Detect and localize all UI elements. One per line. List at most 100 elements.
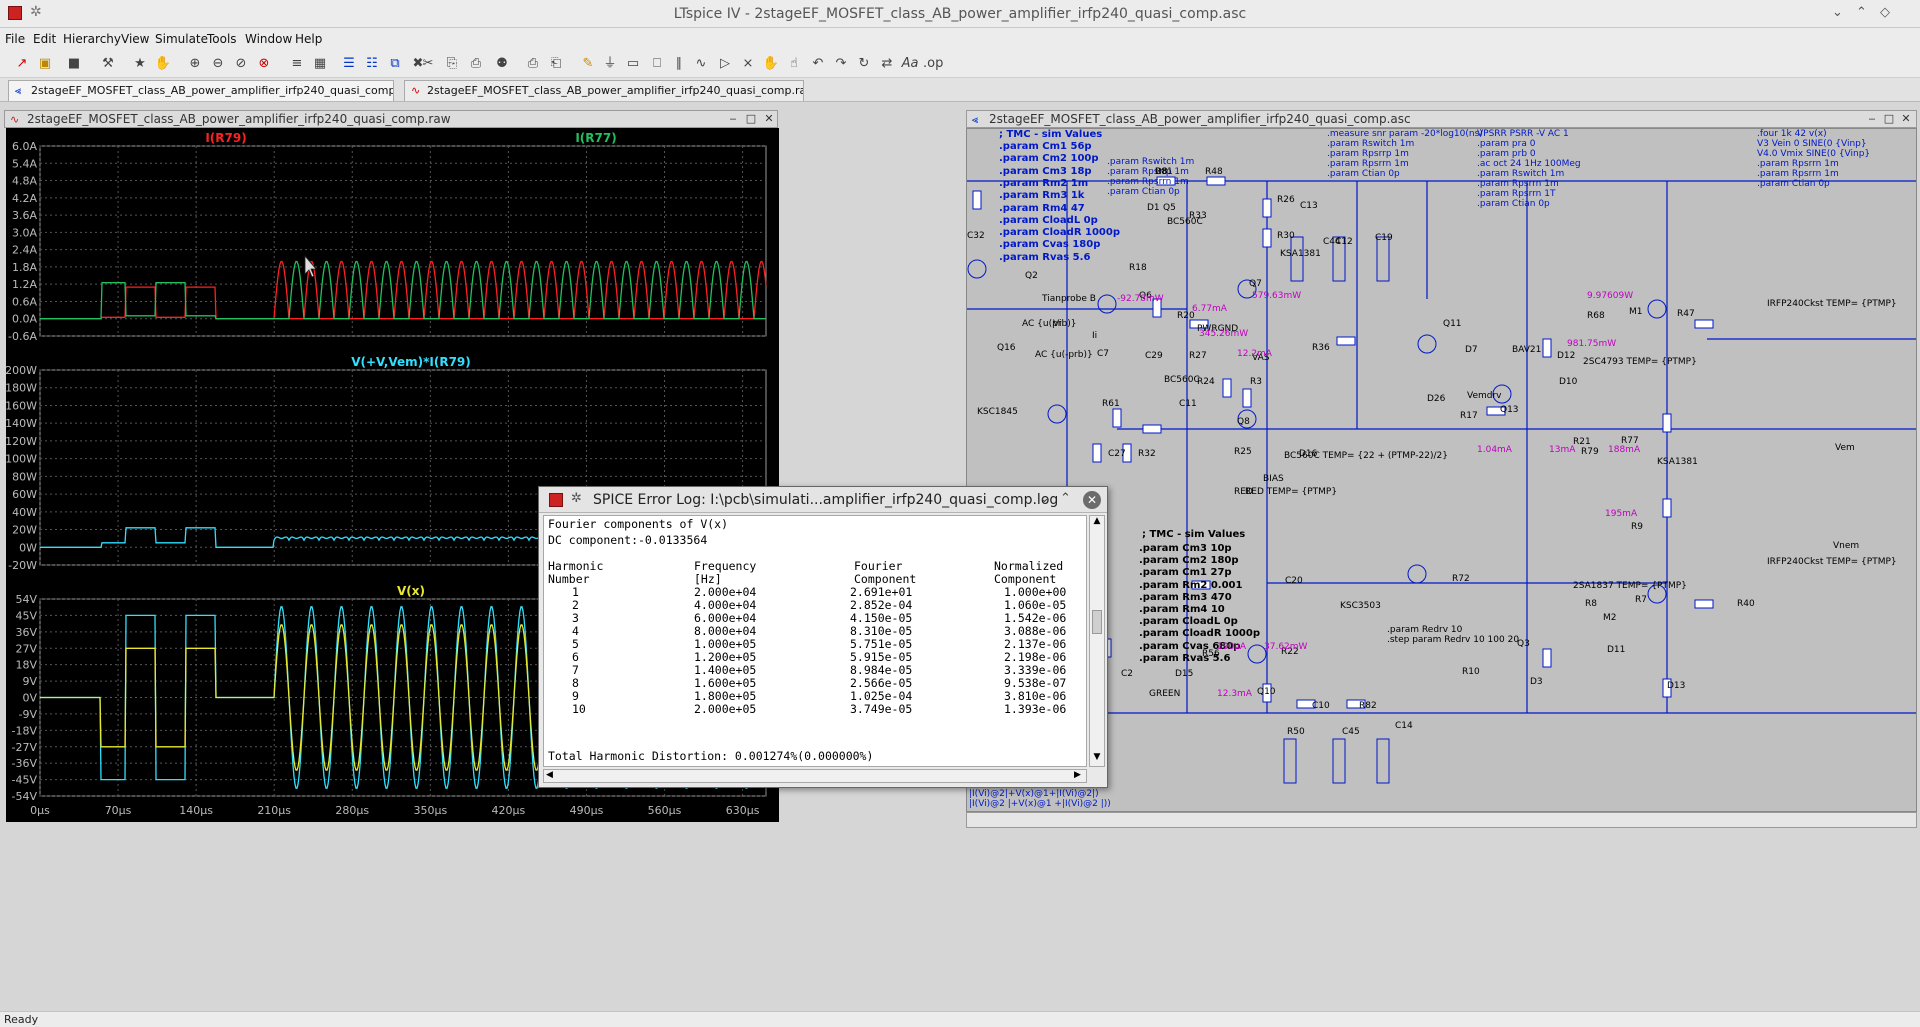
component-icon[interactable]: ⨯: [738, 54, 758, 74]
autorange-icon[interactable]: ≡: [287, 54, 307, 74]
draw-wire-icon[interactable]: ✎: [578, 54, 598, 74]
cut-icon[interactable]: ✂: [418, 54, 438, 74]
y-tick-label: -9V: [19, 708, 38, 721]
tab-schematic[interactable]: ⪡ 2stageEF_MOSFET_class_AB_power_amplifi…: [8, 80, 394, 101]
schematic-canvas[interactable]: ; TMC - sim Values .param Cm1 56p .param C…: [966, 128, 1917, 812]
menu-window[interactable]: Window: [245, 32, 292, 46]
component-ref: D16: [1299, 449, 1318, 459]
halt-icon[interactable]: ✋: [153, 54, 173, 74]
tile-horizontal-icon[interactable]: ☰: [339, 54, 359, 74]
menu-view[interactable]: View: [121, 32, 149, 46]
diode-icon[interactable]: ▷: [715, 54, 735, 74]
open-icon[interactable]: ▣: [35, 54, 55, 74]
harmonic-frequency: 4.000e+04: [694, 598, 757, 612]
spice-directive: .param Rpsrrn 1m: [1107, 177, 1189, 187]
capacitor-icon[interactable]: ∥: [669, 54, 689, 74]
scroll-down-icon[interactable]: ▼: [1091, 752, 1103, 766]
y-tick-label: 40W: [12, 506, 37, 519]
menu-tools[interactable]: Tools: [207, 32, 237, 46]
print-icon[interactable]: ⎙: [523, 54, 543, 74]
copy-icon[interactable]: ⎘: [442, 54, 462, 74]
save-icon[interactable]: ■: [64, 54, 84, 74]
maximize-icon[interactable]: ⌃: [1060, 491, 1071, 506]
resistor-symbol: [1142, 424, 1162, 434]
x-tick-label: 210µs: [257, 804, 291, 817]
minimize-icon[interactable]: ‒: [725, 111, 741, 127]
fourier-component: 5.751e-05: [850, 637, 913, 651]
maximize-icon[interactable]: ⌃: [1856, 5, 1867, 20]
y-tick-label: -36V: [12, 757, 38, 770]
error-log-horizontal-scrollbar[interactable]: ◀ ▶: [543, 769, 1087, 783]
zoom-full-icon[interactable]: ⊘: [231, 54, 251, 74]
close-icon[interactable]: ✕: [1898, 111, 1914, 127]
fourier-column-header: Harmonic: [548, 559, 604, 573]
label-net-icon[interactable]: ▭: [623, 54, 643, 74]
move-icon[interactable]: ✋: [761, 54, 781, 74]
minimize-icon[interactable]: ⌄: [1832, 5, 1843, 20]
operating-point-value: 37.62mW: [1264, 642, 1308, 652]
waveform-window-titlebar[interactable]: ∿ 2stageEF_MOSFET_class_AB_power_amplifi…: [4, 110, 778, 128]
view-grid-icon[interactable]: ▦: [310, 54, 330, 74]
undo-icon[interactable]: ↶: [808, 54, 828, 74]
x-tick-label: 350µs: [413, 804, 447, 817]
normalized-component: 3.810e-06: [1004, 689, 1067, 703]
scroll-right-icon[interactable]: ▶: [1074, 770, 1081, 780]
scroll-left-icon[interactable]: ◀: [546, 770, 553, 780]
ground-icon[interactable]: ⏚: [600, 54, 620, 74]
find-icon[interactable]: ⚉: [492, 54, 512, 74]
restore-icon[interactable]: ◇: [1880, 5, 1890, 20]
error-log-text[interactable]: Fourier components of V(x) DC component:…: [543, 515, 1087, 767]
control-panel-icon[interactable]: ⚒: [98, 54, 118, 74]
menu-simulate[interactable]: Simulate: [155, 32, 208, 46]
paste-icon[interactable]: ⎙: [466, 54, 486, 74]
component-ref: R25: [1234, 447, 1252, 457]
menu-help[interactable]: Help: [295, 32, 322, 46]
error-log-titlebar[interactable]: SPICE Error Log: I:\pcb\simulati...ampli…: [539, 487, 1107, 513]
fourier-column-header: Component: [854, 572, 917, 586]
transistor-symbol: [1047, 404, 1067, 424]
minimize-icon[interactable]: ⌄: [1039, 491, 1050, 506]
print-preview-icon[interactable]: ⎗: [546, 54, 566, 74]
rotate-icon[interactable]: ↻: [854, 54, 874, 74]
zoom-out-icon[interactable]: ⊖: [208, 54, 228, 74]
zoom-back-icon[interactable]: ⊗: [254, 54, 274, 74]
run-icon[interactable]: ★: [130, 54, 150, 74]
spice-directive-icon[interactable]: .op: [923, 54, 943, 74]
schematic-window-titlebar[interactable]: ⪡ 2stageEF_MOSFET_class_AB_power_amplifi…: [966, 110, 1917, 128]
cascade-icon[interactable]: ⧉: [385, 54, 405, 74]
tab-waveform[interactable]: ∿ 2stageEF_MOSFET_class_AB_power_amplifi…: [404, 80, 804, 101]
menu-hierarchy[interactable]: Hierarchy: [63, 32, 121, 46]
drag-icon[interactable]: ☝: [784, 54, 804, 74]
spice-directive: .param prb 0: [1477, 149, 1536, 159]
error-log-vertical-scrollbar[interactable]: ▲ ▼: [1089, 515, 1105, 767]
minimize-icon[interactable]: ‒: [1864, 111, 1880, 127]
spice-directive: .param Rm4 10: [1139, 604, 1225, 615]
mirror-icon[interactable]: ⇄: [877, 54, 897, 74]
inductor-icon[interactable]: ∿: [691, 54, 711, 74]
menu-edit[interactable]: Edit: [33, 32, 56, 46]
redo-icon[interactable]: ↷: [831, 54, 851, 74]
menu-file[interactable]: File: [5, 32, 25, 46]
schematic-horizontal-scrollbar[interactable]: [966, 812, 1917, 828]
x-tick-label: 630µs: [726, 804, 760, 817]
status-bar: Ready: [0, 1011, 1920, 1027]
component-ref: C19: [1375, 233, 1393, 243]
thd-line: Total Harmonic Distortion: 0.001274%(0.0…: [548, 749, 874, 763]
harmonic-number: 5: [572, 637, 579, 651]
text-icon[interactable]: Aa: [900, 54, 920, 74]
scrollbar-thumb[interactable]: [1092, 610, 1102, 634]
tmc-header: ; TMC - sim Values: [999, 129, 1103, 140]
tile-vertical-icon[interactable]: ☷: [362, 54, 382, 74]
scroll-up-icon[interactable]: ▲: [1091, 516, 1103, 530]
resistor-icon[interactable]: ⎕: [647, 54, 667, 74]
zoom-in-icon[interactable]: ⊕: [185, 54, 205, 74]
spice-directive: .param Rpsrrn 1m: [1327, 159, 1409, 169]
pin-icon[interactable]: ✲: [571, 491, 582, 506]
close-icon[interactable]: ✕: [1083, 491, 1101, 509]
component-ref: R72: [1452, 574, 1470, 584]
component-ref: R68: [1587, 311, 1605, 321]
maximize-icon[interactable]: □: [1881, 111, 1897, 127]
close-icon[interactable]: ✕: [761, 111, 777, 127]
maximize-icon[interactable]: □: [743, 111, 759, 127]
new-schematic-icon[interactable]: ↗: [12, 54, 32, 74]
